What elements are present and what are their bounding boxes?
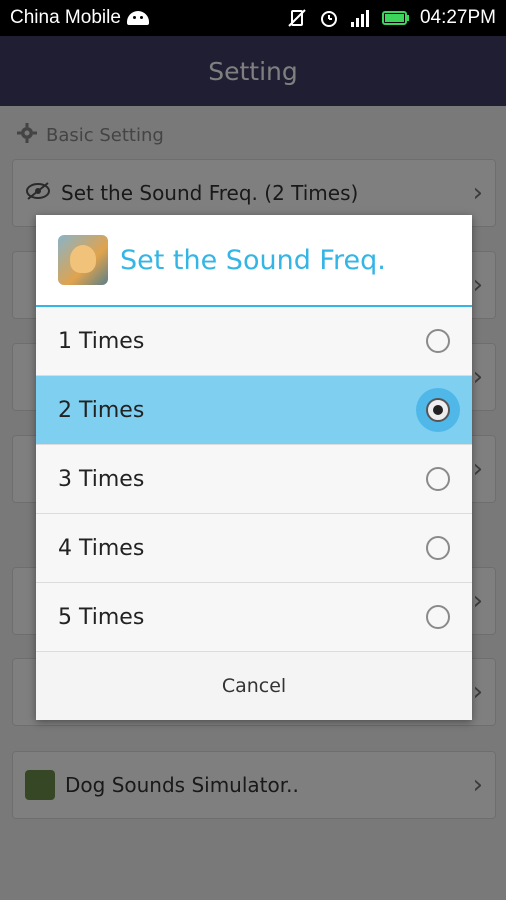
battery-icon [381,7,410,29]
option-5-times[interactable]: 5 Times [36,583,472,652]
option-label: 4 Times [58,535,145,561]
option-3-times[interactable]: 3 Times [36,445,472,514]
status-bar: China Mobile 04:27PM [0,0,506,36]
radio-button[interactable] [426,536,450,560]
option-label: 3 Times [58,466,145,492]
app-icon [58,235,108,285]
radio-button[interactable] [426,605,450,629]
alarm-icon [318,7,340,29]
dialog-title: Set the Sound Freq. [120,244,386,276]
radio-button[interactable] [426,329,450,353]
signal-icon [350,7,372,29]
android-icon [126,11,149,25]
radio-focus-ring [416,388,460,432]
option-2-times[interactable]: 2 Times [36,376,472,445]
radio-button[interactable] [426,467,450,491]
option-4-times[interactable]: 4 Times [36,514,472,583]
status-icons: 04:27PM [286,7,496,29]
sound-freq-dialog: Set the Sound Freq. 1 Times 2 Times 3 Ti… [36,215,472,720]
option-1-times[interactable]: 1 Times [36,307,472,376]
option-label: 1 Times [58,328,145,354]
carrier-name: China Mobile [10,7,121,28]
option-label: 2 Times [58,397,145,423]
radio-button-checked[interactable] [426,398,450,422]
option-label: 5 Times [58,604,145,630]
clock: 04:27PM [419,7,496,28]
vibrate-off-icon [286,7,308,29]
cancel-button[interactable]: Cancel [36,652,472,720]
dialog-header: Set the Sound Freq. [36,215,472,307]
